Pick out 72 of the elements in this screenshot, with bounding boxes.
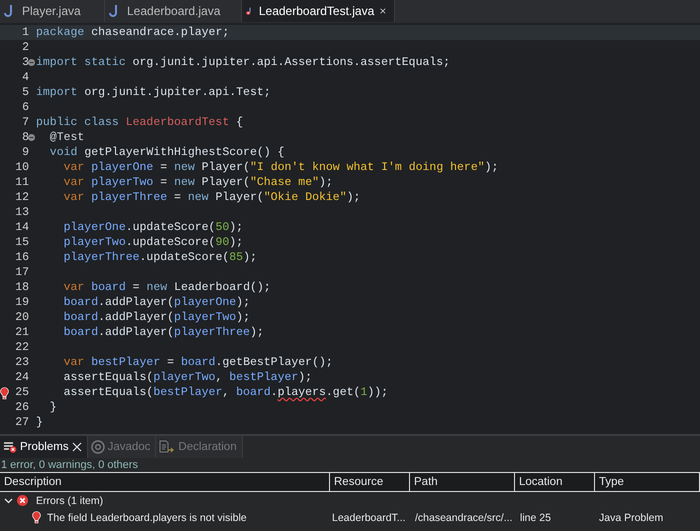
code-line: playerThree.updateScore(85); <box>62 251 257 264</box>
table-cell: The field Leaderboard.players is not visible <box>47 512 247 524</box>
code-line: playerOne.updateScore(50); <box>62 221 244 234</box>
declaration-icon <box>159 440 176 454</box>
line-number: 27 <box>15 416 29 429</box>
code-line: import org.junit.jupiter.api.Test; <box>36 86 271 99</box>
problems-summary: 1 error, 0 warnings, 0 others <box>0 458 139 472</box>
line-number: 13 <box>15 206 29 219</box>
table-cell-text: /chaseandrace/src/... <box>414 512 512 524</box>
line-number: 16 <box>15 251 29 264</box>
error-marker-icon <box>0 387 9 400</box>
close-tab-icon[interactable] <box>380 6 386 16</box>
editor-tab[interactable]: LeaderboardTest.java <box>242 0 395 22</box>
column-header[interactable]: Type <box>595 473 700 491</box>
line-number: 18 <box>15 281 29 294</box>
code-line: board.addPlayer(playerOne); <box>62 296 250 309</box>
line-number: 4 <box>22 71 29 84</box>
chevron-down-icon[interactable] <box>4 496 13 505</box>
line-number: 17 <box>15 266 29 279</box>
error-icon <box>17 495 28 506</box>
code-line: import static org.junit.jupiter.api.Assertions.assertEquals; <box>36 56 450 69</box>
fold-icon[interactable] <box>28 134 35 141</box>
line-number: 14 <box>15 221 29 234</box>
code-line: var playerThree = new Player("Okie Dokie"); <box>62 191 360 204</box>
code-line: assertEquals(bestPlayer, board.players.get(1)); <box>62 386 388 399</box>
table-cell-text: LeaderboardT... <box>331 512 406 524</box>
code-line: @Test <box>48 131 84 144</box>
line-number: 25 <box>15 386 29 399</box>
line-number: 3 <box>22 56 29 69</box>
code-line: var board = new Leaderboard(); <box>62 281 271 294</box>
code-line: var playerOne = new Player("I don't know what I'm doing here"); <box>62 161 498 174</box>
code-line: package chaseandrace.player; <box>36 26 230 39</box>
line-number: 22 <box>15 341 29 354</box>
line-number: 9 <box>22 146 29 159</box>
table-cell-text: Java Problem <box>598 512 664 524</box>
code-line: board.addPlayer(playerThree); <box>62 326 264 339</box>
line-number: 1 <box>22 26 29 39</box>
column-header[interactable]: Location <box>515 473 595 491</box>
panel-tab[interactable]: Problems <box>0 436 88 458</box>
code-line: playerTwo.updateScore(90); <box>62 236 244 249</box>
error-marker-icon <box>32 511 41 524</box>
line-number: 20 <box>15 311 29 324</box>
problems-icon <box>3 441 17 453</box>
code-line: assertEquals(playerTwo, bestPlayer); <box>62 371 312 384</box>
close-tab-icon[interactable] <box>72 442 82 452</box>
code-line: board.addPlayer(playerTwo); <box>62 311 250 324</box>
line-number: 7 <box>22 116 29 129</box>
table-cell-text: line 25 <box>519 512 551 524</box>
column-header[interactable]: Description <box>0 473 330 491</box>
line-number: 2 <box>22 41 29 54</box>
line-number: 5 <box>22 86 29 99</box>
column-header[interactable]: Path <box>410 473 515 491</box>
line-number: 8 <box>22 131 29 144</box>
code-line: var playerTwo = new Player("Chase me"); <box>62 176 333 189</box>
line-number: 10 <box>15 161 29 174</box>
line-number: 26 <box>15 401 29 414</box>
code-line: var bestPlayer = board.getBestPlayer(); <box>62 356 333 369</box>
line-number: 21 <box>15 326 29 339</box>
line-number: 19 <box>15 296 29 309</box>
code-line: public class LeaderboardTest { <box>36 116 244 129</box>
line-number: 23 <box>15 356 29 369</box>
line-number: 15 <box>15 236 29 249</box>
line-number: 12 <box>15 191 29 204</box>
line-number: 11 <box>15 176 29 189</box>
column-header[interactable]: Resource <box>330 473 410 491</box>
line-number: 6 <box>22 101 29 114</box>
code-line: } <box>48 401 57 414</box>
line-number: 24 <box>15 371 29 384</box>
code-line: void getPlayerWithHighestScore() { <box>48 146 284 159</box>
fold-icon[interactable] <box>28 59 35 66</box>
group-label: Errors (1 item) <box>35 494 104 506</box>
code-line: } <box>36 416 43 429</box>
